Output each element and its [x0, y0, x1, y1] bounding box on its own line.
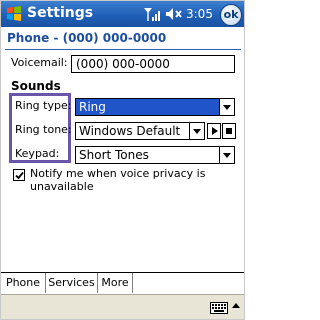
- tab-bar: Phone Services More: [1, 272, 244, 295]
- tab-phone[interactable]: Phone: [1, 273, 46, 293]
- ring-type-label: Ring type:: [15, 99, 72, 112]
- app-title: Settings: [27, 5, 94, 21]
- keypad-label: Keypad:: [15, 147, 60, 160]
- ring-tone-value: Windows Default: [79, 124, 181, 138]
- ring-type-dropdown[interactable]: Ring: [75, 98, 235, 116]
- voicemail-label: Voicemail:: [11, 56, 68, 69]
- menu-bar: [1, 294, 244, 319]
- sip-arrow-icon[interactable]: [231, 299, 241, 317]
- chevron-down-icon[interactable]: [219, 147, 234, 163]
- voice-privacy-label[interactable]: Notify me when voice privacy is unavaila…: [30, 167, 230, 193]
- voicemail-input[interactable]: (000) 000-0000: [71, 55, 235, 73]
- checkmark-icon: [15, 171, 24, 180]
- page-title-divider: [5, 49, 241, 50]
- page-title: Phone - (000) 000-0000: [7, 31, 167, 45]
- signal-icon[interactable]: [143, 6, 161, 22]
- play-icon[interactable]: [207, 123, 221, 139]
- clock[interactable]: 3:05: [186, 7, 213, 21]
- chevron-down-icon[interactable]: [189, 123, 204, 139]
- sounds-heading: Sounds: [11, 79, 61, 93]
- chevron-down-icon[interactable]: [219, 99, 234, 115]
- tab-more[interactable]: More: [98, 273, 133, 293]
- keypad-value: Short Tones: [79, 148, 149, 162]
- screen: Settings 3:05 ok Phone - (000) 000-0000 …: [0, 0, 245, 320]
- stop-icon[interactable]: [222, 123, 236, 139]
- ring-type-value: Ring: [79, 100, 106, 114]
- voice-privacy-checkbox[interactable]: [13, 169, 25, 181]
- keyboard-icon[interactable]: [210, 302, 228, 314]
- ring-tone-dropdown[interactable]: Windows Default: [75, 122, 205, 140]
- tab-services[interactable]: Services: [46, 273, 98, 293]
- speaker-icon[interactable]: [165, 7, 183, 21]
- windows-logo-icon[interactable]: [5, 5, 23, 23]
- ok-button[interactable]: ok: [220, 4, 242, 26]
- title-bar: Settings 3:05 ok: [1, 1, 244, 27]
- ring-tone-label: Ring tone:: [15, 123, 72, 136]
- keypad-dropdown[interactable]: Short Tones: [75, 146, 235, 164]
